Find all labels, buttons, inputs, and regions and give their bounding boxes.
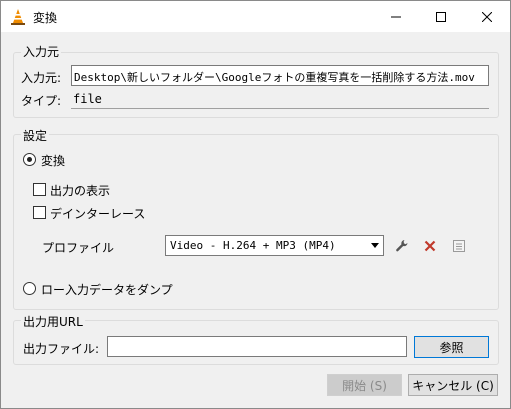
close-icon <box>482 11 492 22</box>
minimize-button[interactable] <box>373 1 419 32</box>
new-profile-button[interactable] <box>448 235 470 257</box>
dump-raw-radio[interactable] <box>23 282 36 295</box>
close-button[interactable] <box>464 1 510 32</box>
browse-button[interactable]: 参照 <box>414 336 489 358</box>
wrench-icon <box>396 240 408 252</box>
output-file-field[interactable] <box>107 336 407 357</box>
new-profile-icon <box>453 240 465 252</box>
source-group-label: 入力元 <box>21 43 62 60</box>
source-divider <box>71 108 489 109</box>
output-group-label: 出力用URL <box>21 313 85 330</box>
profile-select[interactable]: Video - H.264 + MP3 (MP4) <box>165 235 384 256</box>
settings-group-label: 設定 <box>21 127 50 144</box>
deinterlace-label[interactable]: デインターレース <box>50 205 145 222</box>
cancel-button[interactable]: キャンセル (C) <box>408 374 498 396</box>
vlc-cone-icon <box>11 9 25 25</box>
convert-radio-label[interactable]: 変換 <box>41 152 65 169</box>
dump-raw-label[interactable]: ロー入力データをダンプ <box>41 281 173 298</box>
title-bar: 変換 <box>1 1 510 32</box>
maximize-icon <box>436 11 446 22</box>
deinterlace-checkbox[interactable] <box>33 206 46 219</box>
source-type-label: タイプ: <box>21 94 62 108</box>
chevron-down-icon <box>371 243 379 248</box>
edit-profile-button[interactable] <box>391 235 413 257</box>
start-button-label: 開始 (S) <box>342 378 387 393</box>
show-output-checkbox[interactable] <box>33 183 46 196</box>
delete-x-icon <box>424 240 436 252</box>
source-type-value: file <box>73 92 102 106</box>
source-input-label: 入力元: <box>21 71 62 85</box>
start-button[interactable]: 開始 (S) <box>327 374 402 396</box>
source-path-field[interactable]: Desktop\新しいフォルダー\Googleフォトの重複写真を一括削除する方法… <box>71 65 489 86</box>
browse-button-label: 参照 <box>439 340 464 355</box>
profile-label: プロファイル <box>42 241 115 255</box>
show-output-label[interactable]: 出力の表示 <box>50 182 110 199</box>
convert-dialog: 変換 入力元 入力元: Desktop\新しいフォルダー\Googleフォトの重… <box>0 0 511 409</box>
minimize-icon <box>391 16 401 17</box>
convert-radio[interactable] <box>23 153 36 166</box>
delete-profile-button[interactable] <box>419 235 441 257</box>
output-file-label: 出力ファイル: <box>23 342 100 356</box>
cancel-button-label: キャンセル (C) <box>412 378 494 393</box>
maximize-button[interactable] <box>418 1 464 32</box>
profile-select-value: Video - H.264 + MP3 (MP4) <box>170 239 336 252</box>
window-title: 変換 <box>33 11 58 25</box>
